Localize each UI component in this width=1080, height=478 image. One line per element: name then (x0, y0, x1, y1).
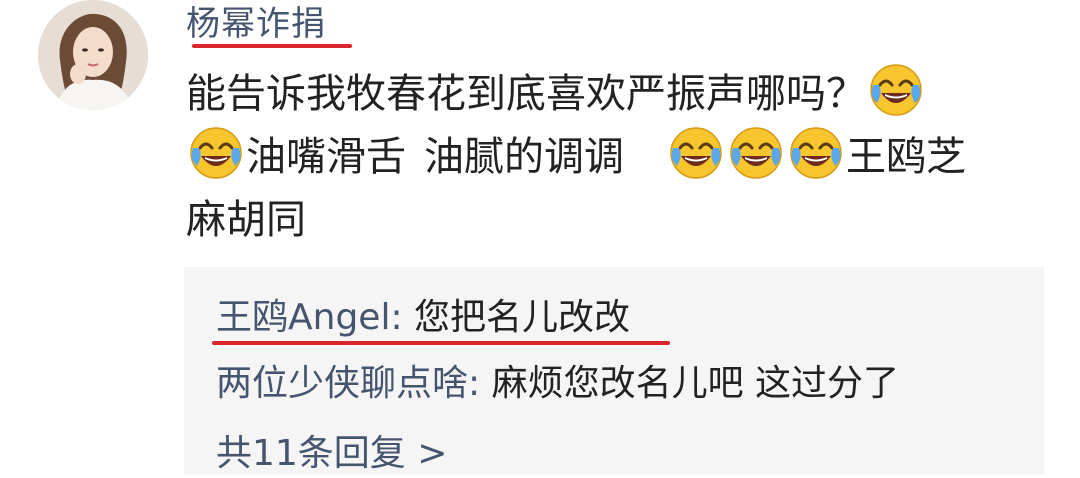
author-underline (192, 44, 352, 48)
laughing-crying-emoji-icon (669, 126, 723, 180)
laughing-crying-emoji-icon (789, 126, 843, 180)
laughing-crying-emoji-icon (189, 126, 243, 180)
reply-separator-1: : (390, 297, 415, 338)
reply-underline (212, 341, 670, 345)
more-replies-link[interactable]: 共11条回复 > (216, 430, 447, 478)
laughing-crying-emoji-icon (729, 126, 783, 180)
comment-text-1: 能告诉我牧春花到底喜欢严振声哪吗？ (186, 71, 866, 117)
reply-text-2: 麻烦您改名儿吧 这过分了 (491, 363, 900, 404)
reply-item-2[interactable]: 两位少侠聊点啥: 麻烦您改名儿吧 这过分了 (216, 360, 899, 408)
comment-text-2c: 王鸥芝 (846, 134, 966, 180)
comment-line-2: 油嘴滑舌 油腻的调调 王鸥芝 (186, 126, 1036, 189)
comment-text-2a: 油嘴滑舌 (246, 134, 406, 180)
reply-item-1[interactable]: 王鸥Angel: 您把名儿改改 (216, 294, 630, 342)
reply-author-1[interactable]: 王鸥Angel (216, 297, 390, 338)
reply-text-1: 您把名儿改改 (414, 297, 631, 338)
avatar-image (38, 0, 148, 110)
reply-author-2[interactable]: 两位少侠聊点啥 (216, 363, 468, 404)
comment-line-1: 能告诉我牧春花到底喜欢严振声哪吗？ (186, 63, 1036, 126)
comment-text-2b: 油腻的调调 (424, 134, 624, 180)
reply-separator-2: : (468, 363, 492, 404)
comment-author[interactable]: 杨幂诈捐 (186, 2, 326, 46)
comment-text-3: 麻胡同 (186, 197, 306, 243)
comment-line-3: 麻胡同 (186, 189, 1036, 252)
comment-body: 能告诉我牧春花到底喜欢严振声哪吗？ 油嘴滑舌 油腻的调调 王鸥芝 麻胡同 (186, 63, 1036, 252)
avatar[interactable] (38, 0, 148, 110)
laughing-crying-emoji-icon (869, 63, 923, 117)
